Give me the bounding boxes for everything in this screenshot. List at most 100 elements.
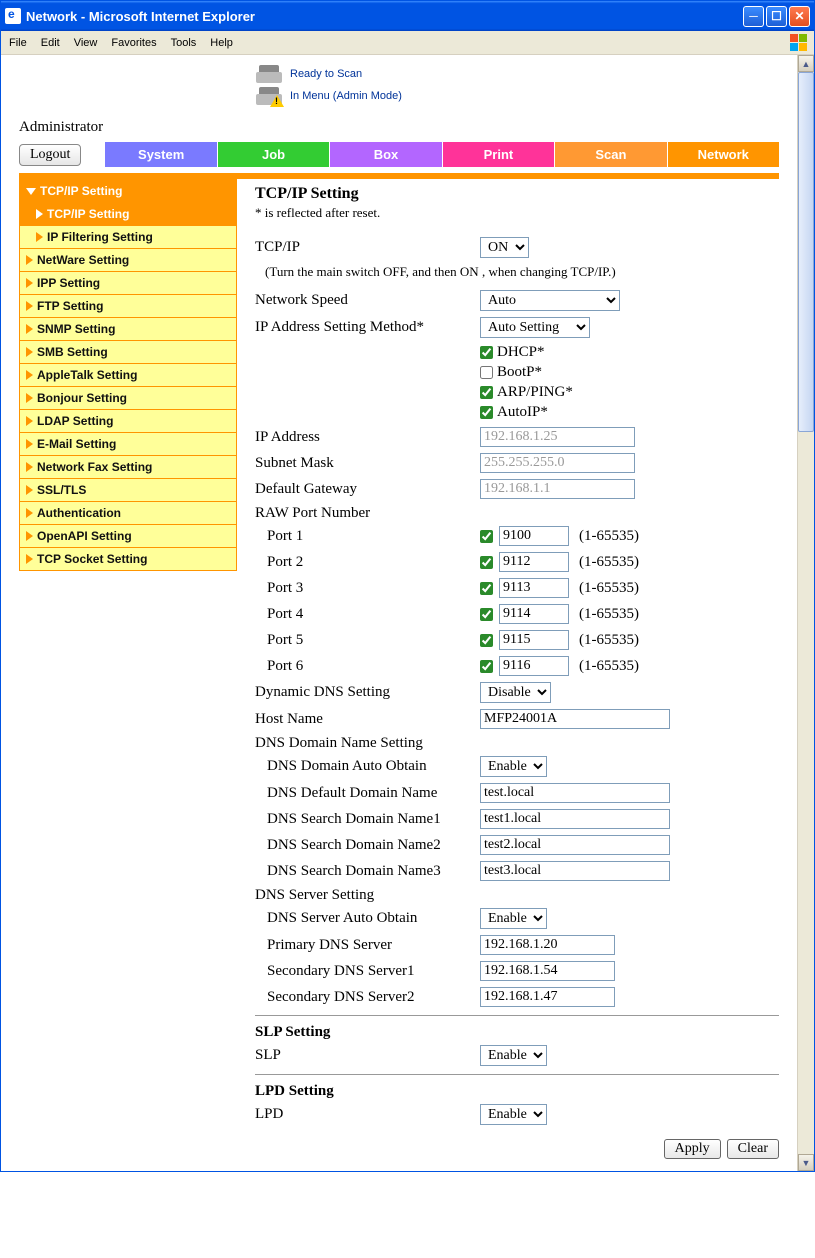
arp-check[interactable]: ARP/PING* xyxy=(480,384,573,401)
port-label: Port 1 xyxy=(255,528,480,545)
sidebar-item-ldap[interactable]: LDAP Setting xyxy=(19,410,237,433)
scroll-up-button[interactable]: ▲ xyxy=(798,55,814,72)
sidebar-item-smb[interactable]: SMB Setting xyxy=(19,341,237,364)
clear-button[interactable]: Clear xyxy=(727,1139,779,1159)
form-area: TCP/IP Setting * is reflected after rese… xyxy=(255,179,779,1131)
dns-auto-select[interactable]: Enable xyxy=(480,756,547,777)
tcpip-select[interactable]: ON xyxy=(480,237,529,258)
dns-sec1-input[interactable] xyxy=(480,961,615,981)
sidebar-item-netware[interactable]: NetWare Setting xyxy=(19,249,237,272)
menu-tools[interactable]: Tools xyxy=(171,37,197,49)
chevron-down-icon xyxy=(26,188,36,195)
speed-select[interactable]: Auto xyxy=(480,290,620,311)
sidebar-item-appletalk[interactable]: AppleTalk Setting xyxy=(19,364,237,387)
ip-input[interactable] xyxy=(480,427,635,447)
mask-input[interactable] xyxy=(480,453,635,473)
lpd-label: LPD xyxy=(255,1106,480,1123)
method-select[interactable]: Auto Setting xyxy=(480,317,590,338)
browser-window: Network - Microsoft Internet Explorer ─ … xyxy=(0,0,815,1172)
sidebar-item-ip-filtering[interactable]: IP Filtering Setting xyxy=(19,226,237,249)
tab-job[interactable]: Job xyxy=(218,142,330,167)
port-range-hint: (1-65535) xyxy=(579,632,639,649)
chevron-right-icon xyxy=(26,554,33,564)
dns-primary-input[interactable] xyxy=(480,935,615,955)
window-title: Network - Microsoft Internet Explorer xyxy=(26,9,743,24)
minimize-button[interactable]: ─ xyxy=(743,6,764,27)
port-3-check[interactable] xyxy=(480,582,493,595)
tcpip-label: TCP/IP xyxy=(255,239,480,256)
gw-label: Default Gateway xyxy=(255,481,480,498)
sidebar-item-bonjour[interactable]: Bonjour Setting xyxy=(19,387,237,410)
port-3-input[interactable] xyxy=(499,578,569,598)
vertical-scrollbar[interactable]: ▲ ▼ xyxy=(797,55,814,1171)
port-5-input[interactable] xyxy=(499,630,569,650)
scroll-down-button[interactable]: ▼ xyxy=(798,1154,814,1171)
mask-label: Subnet Mask xyxy=(255,455,480,472)
sidebar-item-email[interactable]: E-Mail Setting xyxy=(19,433,237,456)
autoip-check[interactable]: AutoIP* xyxy=(480,404,573,421)
sidebar-header-tcpip[interactable]: TCP/IP Setting xyxy=(19,179,237,203)
dns-sec2-input[interactable] xyxy=(480,987,615,1007)
dns-s3-input[interactable] xyxy=(480,861,670,881)
chevron-right-icon xyxy=(26,301,33,311)
dns-default-input[interactable] xyxy=(480,783,670,803)
dns-s2-label: DNS Search Domain Name2 xyxy=(255,837,480,854)
slp-select[interactable]: Enable xyxy=(480,1045,547,1066)
titlebar[interactable]: Network - Microsoft Internet Explorer ─ … xyxy=(1,1,814,31)
ddns-select[interactable]: Disable xyxy=(480,682,551,703)
port-range-hint: (1-65535) xyxy=(579,658,639,675)
raw-port-header: RAW Port Number xyxy=(255,505,779,522)
sidebar-item-tcp-socket[interactable]: TCP Socket Setting xyxy=(19,548,237,571)
dns-domain-header: DNS Domain Name Setting xyxy=(255,735,779,752)
sidebar-item-ipp[interactable]: IPP Setting xyxy=(19,272,237,295)
host-input[interactable] xyxy=(480,709,670,729)
port-2-input[interactable] xyxy=(499,552,569,572)
dns-srv-auto-label: DNS Server Auto Obtain xyxy=(255,910,480,927)
menu-file[interactable]: File xyxy=(9,37,27,49)
dns-s1-input[interactable] xyxy=(480,809,670,829)
dns-srv-auto-select[interactable]: Enable xyxy=(480,908,547,929)
ie-icon xyxy=(5,8,21,24)
scroll-track[interactable] xyxy=(798,72,814,1154)
port-1-check[interactable] xyxy=(480,530,493,543)
apply-button[interactable]: Apply xyxy=(664,1139,721,1159)
dns-server-header: DNS Server Setting xyxy=(255,887,779,904)
printer-icon xyxy=(256,65,282,83)
menu-help[interactable]: Help xyxy=(210,37,233,49)
menu-view[interactable]: View xyxy=(74,37,98,49)
menu-edit[interactable]: Edit xyxy=(41,37,60,49)
port-5-check[interactable] xyxy=(480,634,493,647)
port-range-hint: (1-65535) xyxy=(579,580,639,597)
dns-s2-input[interactable] xyxy=(480,835,670,855)
sidebar-item-tcpip-setting[interactable]: TCP/IP Setting xyxy=(19,203,237,226)
port-6-check[interactable] xyxy=(480,660,493,673)
sidebar-item-ftp[interactable]: FTP Setting xyxy=(19,295,237,318)
menu-favorites[interactable]: Favorites xyxy=(111,37,156,49)
sidebar-item-ssl-tls[interactable]: SSL/TLS xyxy=(19,479,237,502)
port-6-input[interactable] xyxy=(499,656,569,676)
tab-scan[interactable]: Scan xyxy=(555,142,667,167)
tab-print[interactable]: Print xyxy=(443,142,555,167)
port-4-input[interactable] xyxy=(499,604,569,624)
dhcp-check[interactable]: DHCP* xyxy=(480,344,573,361)
sidebar-item-authentication[interactable]: Authentication xyxy=(19,502,237,525)
tcpip-hint: (Turn the main switch OFF, and then ON ,… xyxy=(265,264,779,280)
maximize-button[interactable]: ☐ xyxy=(766,6,787,27)
port-2-check[interactable] xyxy=(480,556,493,569)
gateway-input[interactable] xyxy=(480,479,635,499)
port-label: Port 6 xyxy=(255,658,480,675)
port-1-input[interactable] xyxy=(499,526,569,546)
tab-network[interactable]: Network xyxy=(668,142,779,167)
sidebar-item-network-fax[interactable]: Network Fax Setting xyxy=(19,456,237,479)
scroll-thumb[interactable] xyxy=(798,72,814,432)
bootp-check[interactable]: BootP* xyxy=(480,364,573,381)
tab-box[interactable]: Box xyxy=(330,142,442,167)
sidebar-item-snmp[interactable]: SNMP Setting xyxy=(19,318,237,341)
tab-system[interactable]: System xyxy=(105,142,217,167)
lpd-select[interactable]: Enable xyxy=(480,1104,547,1125)
chevron-right-icon xyxy=(26,531,33,541)
close-button[interactable]: ✕ xyxy=(789,6,810,27)
logout-button[interactable]: Logout xyxy=(19,144,81,166)
port-4-check[interactable] xyxy=(480,608,493,621)
sidebar-item-openapi[interactable]: OpenAPI Setting xyxy=(19,525,237,548)
